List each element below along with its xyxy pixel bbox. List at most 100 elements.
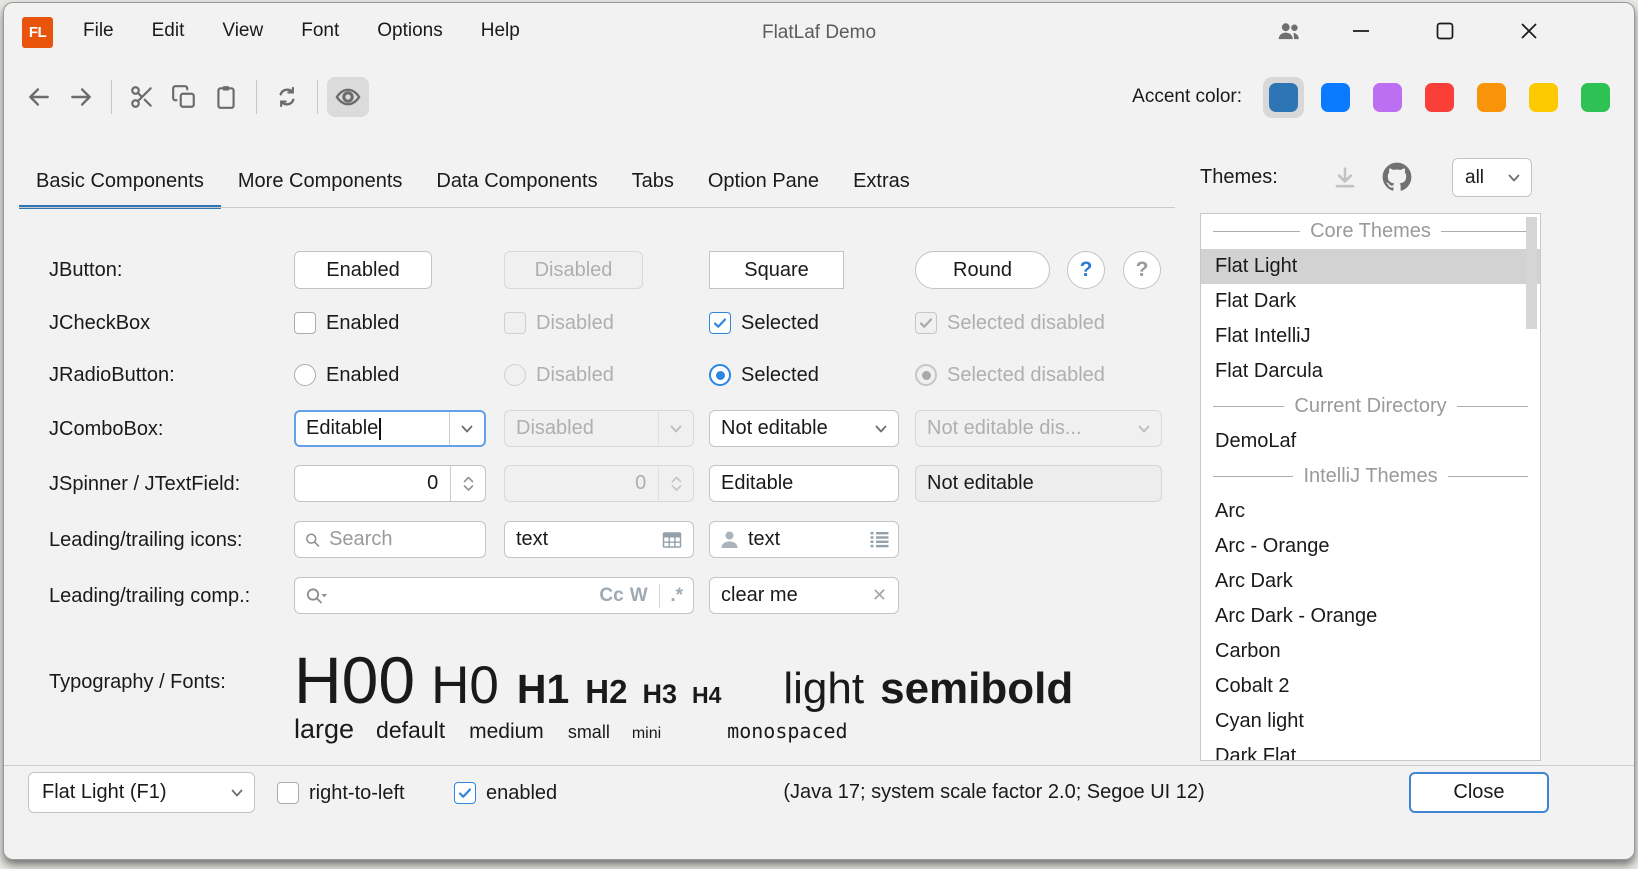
minimize-icon	[1351, 21, 1371, 41]
spinner-input[interactable]	[295, 472, 450, 495]
theme-filter-combobox[interactable]: all	[1452, 158, 1532, 197]
menu-item-edit[interactable]: Edit	[133, 20, 204, 42]
theme-item-demolaf[interactable]: DemoLaf	[1201, 424, 1540, 459]
chevron-down-icon	[458, 420, 476, 438]
theme-item-flat-intellij[interactable]: Flat IntelliJ	[1201, 319, 1540, 354]
enabled-button[interactable]: Enabled	[294, 251, 432, 289]
menu-item-font[interactable]: Font	[282, 20, 358, 42]
right-to-left-checkbox[interactable]: right-to-left	[277, 780, 405, 806]
close-button[interactable]: Close	[1409, 772, 1549, 813]
tab-data-components[interactable]: Data Components	[419, 155, 614, 208]
whole-word-button[interactable]: W	[630, 585, 648, 607]
round-button[interactable]: Round	[915, 251, 1050, 289]
clearable-input[interactable]	[721, 584, 872, 607]
search-with-caret-icon[interactable]	[305, 586, 329, 606]
theme-item-flat-light[interactable]: Flat Light	[1201, 249, 1540, 284]
accent-swatch-color	[1425, 83, 1454, 112]
theme-group-label: Core Themes	[1310, 220, 1431, 243]
textfield-editable[interactable]	[709, 465, 899, 502]
toolbar-separator	[256, 80, 257, 114]
accent-swatch-steel-blue[interactable]	[1263, 77, 1304, 118]
clear-icon[interactable]: ✕	[872, 585, 887, 606]
regex-button[interactable]: .*	[670, 585, 683, 607]
window-close-button[interactable]	[1502, 3, 1556, 59]
checkbox-enabled[interactable]: Enabled	[294, 310, 399, 336]
accent-swatch-yellow[interactable]	[1523, 77, 1564, 118]
accent-swatch-red[interactable]	[1419, 77, 1460, 118]
tab-extras[interactable]: Extras	[836, 155, 927, 208]
textfield-input[interactable]	[721, 472, 887, 495]
tab-tabs[interactable]: Tabs	[615, 155, 691, 208]
tab-more-components[interactable]: More Components	[221, 155, 420, 208]
copy-button[interactable]	[163, 77, 205, 117]
github-button[interactable]	[1382, 162, 1412, 192]
theme-item-arc-dark-orange[interactable]: Arc Dark - Orange	[1201, 599, 1540, 634]
theme-list-scrollbar[interactable]	[1526, 217, 1537, 329]
theme-item-carbon[interactable]: Carbon	[1201, 634, 1540, 669]
combobox-editable[interactable]: Editable	[294, 410, 486, 447]
text-input[interactable]	[748, 528, 862, 551]
accent-color-label: Accent color:	[1132, 86, 1242, 108]
users-button[interactable]	[1262, 3, 1316, 59]
menu-item-help[interactable]: Help	[462, 20, 539, 42]
accent-swatch-orange[interactable]	[1471, 77, 1512, 118]
search-input[interactable]	[329, 528, 476, 551]
radio-selected[interactable]: Selected	[709, 362, 819, 388]
forward-button[interactable]	[60, 77, 102, 117]
accent-swatch-purple[interactable]	[1367, 77, 1408, 118]
combobox-arrow-button[interactable]	[450, 420, 484, 438]
square-button[interactable]: Square	[709, 251, 844, 289]
text-field-with-person-icon[interactable]	[709, 521, 899, 558]
menu-item-options[interactable]: Options	[358, 20, 461, 42]
search-field[interactable]	[294, 521, 486, 558]
radio-enabled[interactable]: Enabled	[294, 362, 399, 388]
cut-button[interactable]	[121, 77, 163, 117]
theme-item-cyan-light[interactable]: Cyan light	[1201, 704, 1540, 739]
theme-item-flat-darcula[interactable]: Flat Darcula	[1201, 354, 1540, 389]
tab-basic-components[interactable]: Basic Components	[19, 155, 221, 208]
textfield-input	[927, 472, 1150, 495]
theme-item-arc-dark[interactable]: Arc Dark	[1201, 564, 1540, 599]
comp-row-label: Leading/trailing comp.:	[49, 585, 250, 608]
eye-icon	[334, 83, 362, 111]
clearable-field[interactable]: ✕	[709, 577, 899, 614]
table-icon[interactable]	[662, 531, 682, 549]
close-icon	[1519, 21, 1539, 41]
theme-item-cobalt-2[interactable]: Cobalt 2	[1201, 669, 1540, 704]
minimize-button[interactable]	[1334, 3, 1388, 59]
laf-combobox[interactable]: Flat Light (F1)	[28, 772, 255, 813]
search-input[interactable]	[335, 584, 593, 607]
refresh-button[interactable]	[266, 77, 308, 117]
theme-item-arc-orange[interactable]: Arc - Orange	[1201, 529, 1540, 564]
radio-label: Disabled	[536, 364, 614, 387]
radio-disabled: Disabled	[504, 362, 614, 388]
match-case-button[interactable]: Cc	[599, 585, 623, 607]
accent-swatch-blue[interactable]	[1315, 77, 1356, 118]
menu-item-view[interactable]: View	[203, 20, 282, 42]
spinner-buttons[interactable]	[451, 473, 485, 495]
tab-option-pane[interactable]: Option Pane	[691, 155, 836, 208]
text-field-with-table-icon[interactable]	[504, 521, 694, 558]
list-icon[interactable]	[870, 531, 889, 548]
show-toggle-button[interactable]	[327, 77, 369, 117]
theme-item-flat-dark[interactable]: Flat Dark	[1201, 284, 1540, 319]
search-field-with-components[interactable]: Cc W .*	[294, 577, 694, 614]
chevron-down-icon	[872, 420, 890, 438]
paste-button[interactable]	[205, 77, 247, 117]
combobox-not-editable[interactable]: Not editable	[709, 410, 899, 447]
text-input[interactable]	[516, 528, 662, 551]
checkbox-selected[interactable]: Selected	[709, 310, 819, 336]
maximize-button[interactable]	[1418, 3, 1472, 59]
typography-h4: H4	[692, 684, 721, 707]
back-button[interactable]	[18, 77, 60, 117]
theme-item-arc[interactable]: Arc	[1201, 494, 1540, 529]
radio-circle	[709, 364, 731, 386]
download-button[interactable]	[1331, 164, 1359, 192]
accent-swatch-green[interactable]	[1575, 77, 1616, 118]
menu-item-file[interactable]: File	[64, 20, 133, 42]
spinner[interactable]	[294, 465, 486, 502]
help-button[interactable]: ?	[1067, 251, 1105, 289]
theme-item-dark-flat[interactable]: Dark Flat	[1201, 739, 1540, 761]
enabled-checkbox[interactable]: enabled	[454, 780, 557, 806]
check-icon	[712, 315, 728, 331]
